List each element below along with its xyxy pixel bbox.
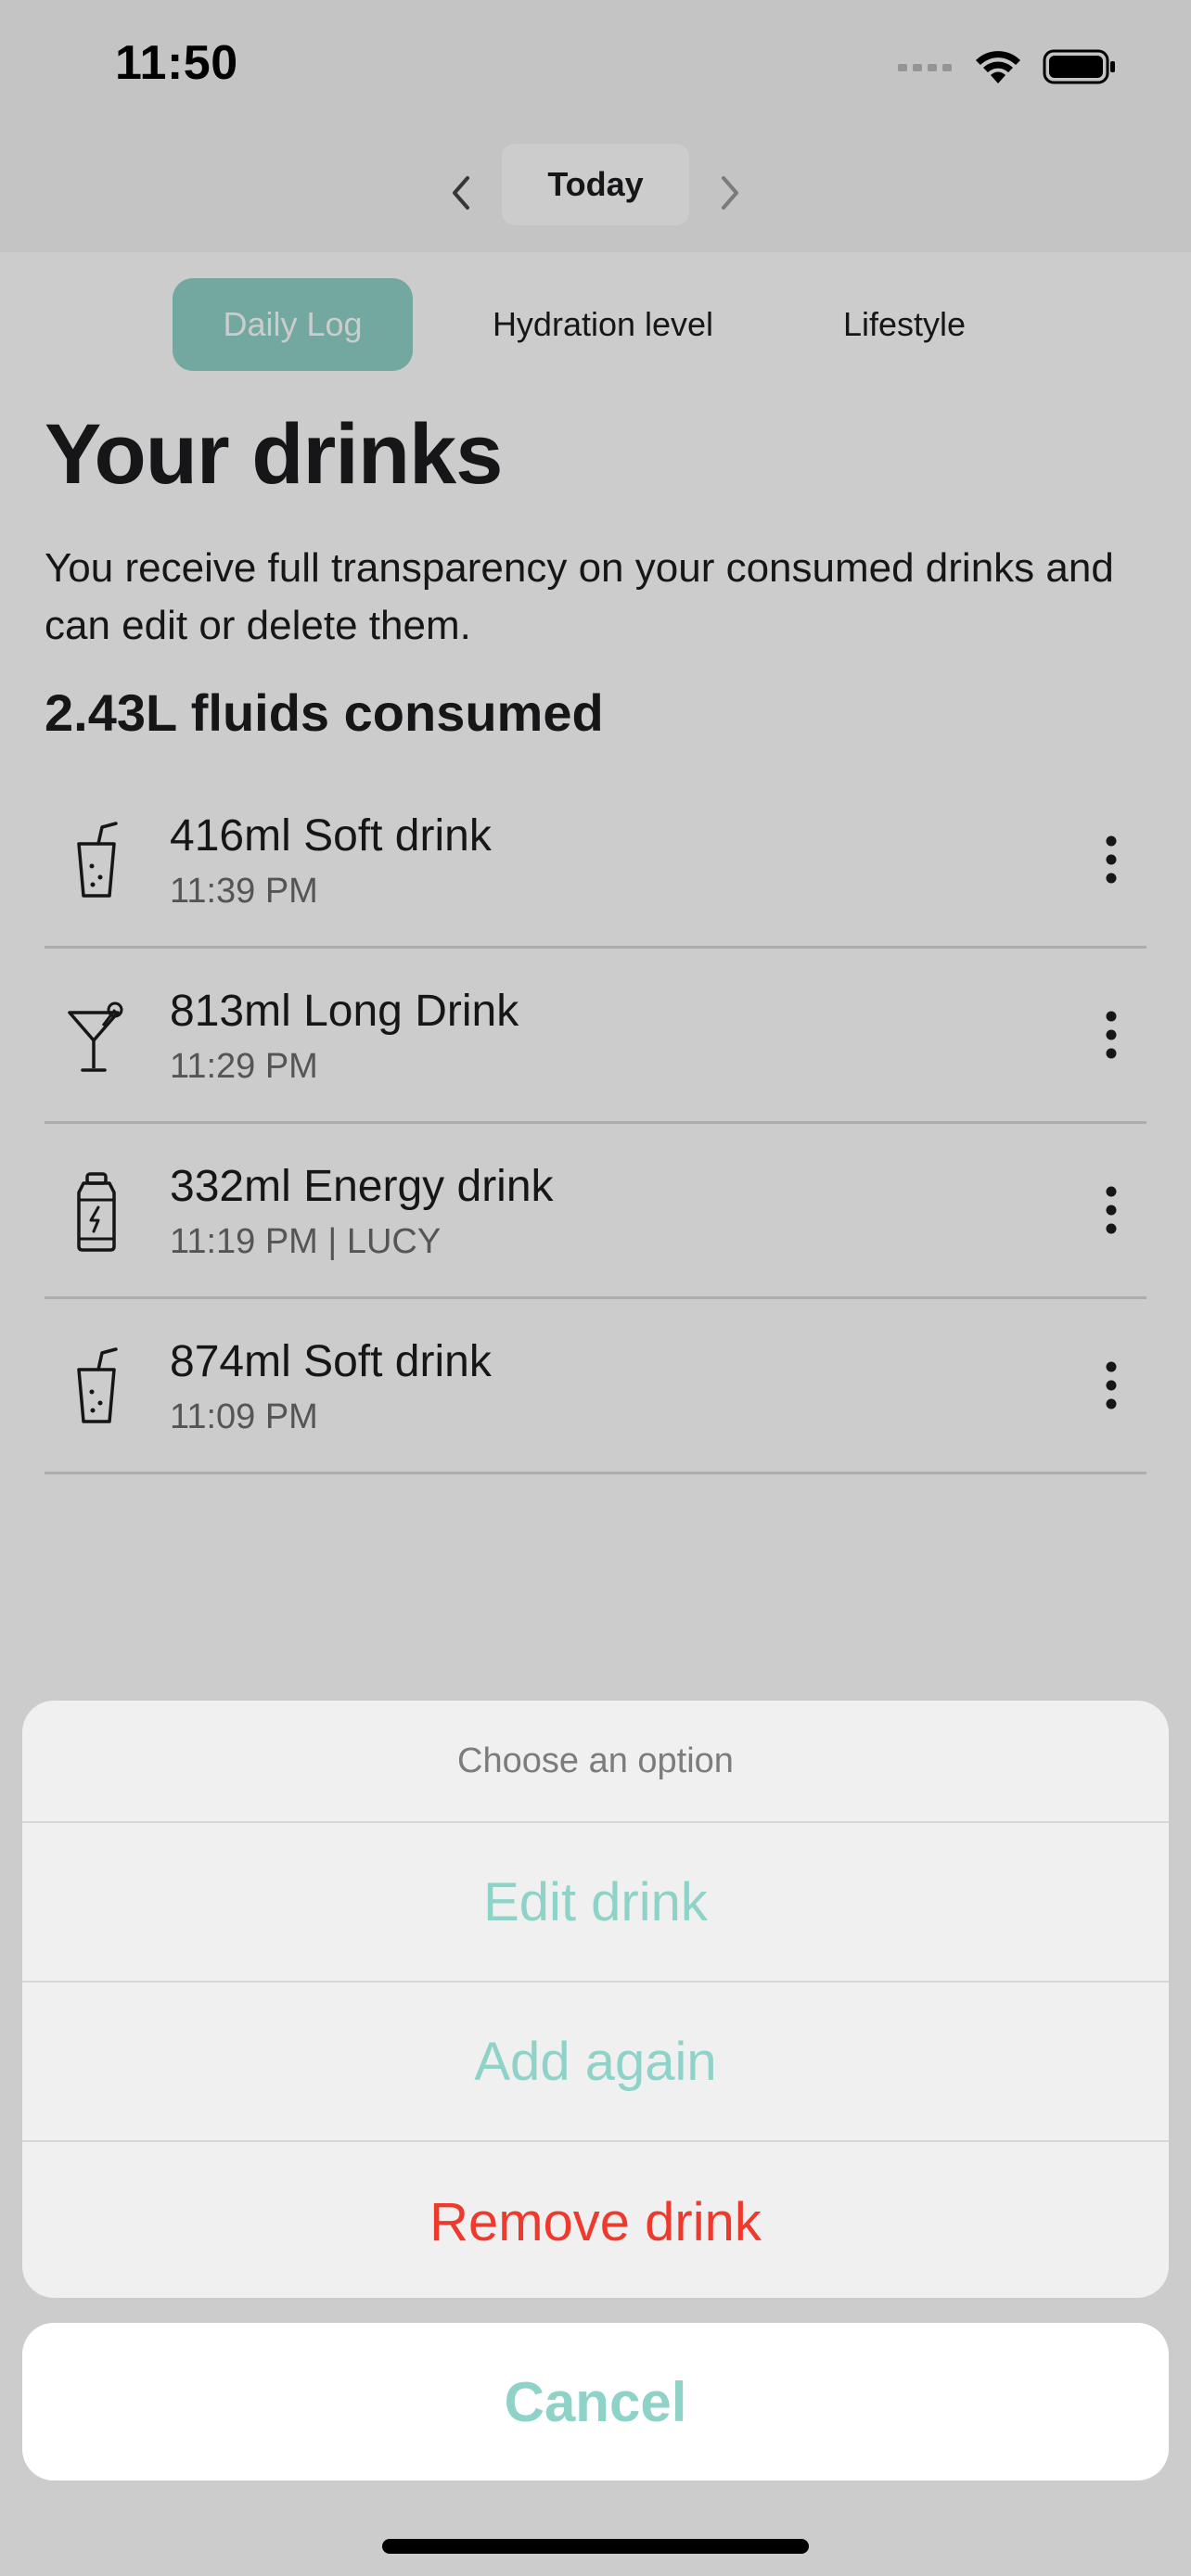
edit-drink-button[interactable]: Edit drink: [22, 1823, 1169, 1983]
remove-drink-button[interactable]: Remove drink: [22, 2142, 1169, 2298]
home-indicator[interactable]: [382, 2539, 809, 2554]
cancel-button[interactable]: Cancel: [22, 2323, 1169, 2480]
action-sheet: Choose an option Edit drink Add again Re…: [22, 1701, 1169, 2298]
add-again-button[interactable]: Add again: [22, 1983, 1169, 2142]
action-sheet-title: Choose an option: [22, 1701, 1169, 1823]
